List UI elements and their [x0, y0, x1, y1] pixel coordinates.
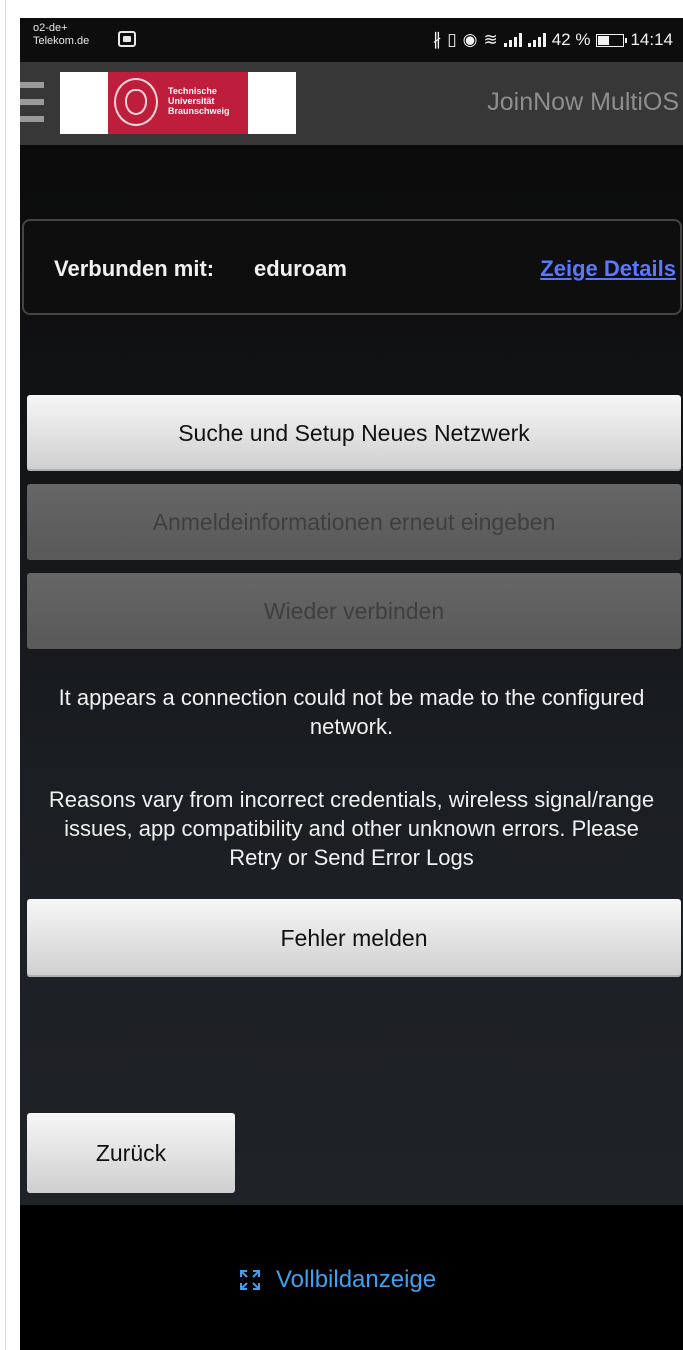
carrier-name: o2-de+ Telekom.de [33, 22, 89, 48]
failure-reasons-message: Reasons vary from incorrect credentials,… [48, 787, 655, 870]
reenter-credentials-button[interactable]: Anmeldeinformationen erneut eingeben [27, 484, 681, 560]
status-bar: o2-de+ Telekom.de ∦ ▯ ◉ ≋ 42 % 14:14 [20, 18, 683, 62]
logo-line-1: Technische [168, 86, 217, 96]
app-title: JoinNow MultiOS [487, 88, 679, 116]
logo-line-2: Universität [168, 96, 215, 106]
seal-icon [114, 78, 158, 126]
university-logo: Technische Universität Braunschweig [60, 72, 296, 134]
vibrate-icon: ▯ [447, 30, 457, 49]
footer-bar: Vollbildanzeige [20, 1205, 683, 1350]
clock: 14:14 [630, 30, 673, 49]
fullscreen-icon [240, 1270, 260, 1290]
setup-new-network-button[interactable]: Suche und Setup Neues Netzwerk [27, 395, 681, 471]
reconnect-button[interactable]: Wieder verbinden [27, 573, 681, 649]
connection-failed-message: It appears a connection could not be mad… [58, 685, 645, 739]
carrier-line-1: o2-de+ [33, 22, 68, 34]
main-content: Verbunden mit: eduroam Zeige Details Suc… [20, 145, 683, 1205]
network-name: eduroam [254, 256, 347, 281]
menu-icon[interactable] [20, 82, 44, 124]
connected-label: Verbunden mit: [54, 256, 215, 281]
signal-2-icon [527, 33, 546, 47]
logo-red-block: Technische Universität Braunschweig [108, 72, 248, 134]
report-error-button[interactable]: Fehler melden [27, 899, 681, 977]
show-details-link[interactable]: Zeige Details [540, 256, 676, 282]
carrier-line-2: Telekom.de [33, 35, 90, 47]
fullscreen-label: Vollbildanzeige [276, 1266, 437, 1293]
battery-percent: 42 % [551, 30, 591, 49]
eye-comfort-icon: ◉ [462, 30, 478, 49]
logo-line-3: Braunschweig [168, 106, 230, 116]
connection-status-box: Verbunden mit: eduroam Zeige Details [22, 219, 682, 315]
back-button[interactable]: Zurück [27, 1113, 235, 1193]
phone-screen: o2-de+ Telekom.de ∦ ▯ ◉ ≋ 42 % 14:14 Tec… [20, 18, 683, 1350]
status-icons: ∦ ▯ ◉ ≋ 42 % 14:14 [433, 28, 673, 52]
signal-icon [503, 33, 522, 47]
wifi-icon: ≋ [483, 30, 498, 49]
screenshot-icon [118, 31, 136, 47]
fullscreen-link[interactable]: Vollbildanzeige [238, 1266, 436, 1294]
logo-text: Technische Universität Braunschweig [168, 86, 230, 116]
battery-icon [596, 33, 628, 47]
page-border [5, 0, 6, 1350]
app-bar: Technische Universität Braunschweig Join… [20, 62, 683, 145]
bluetooth-icon: ∦ [432, 30, 442, 49]
